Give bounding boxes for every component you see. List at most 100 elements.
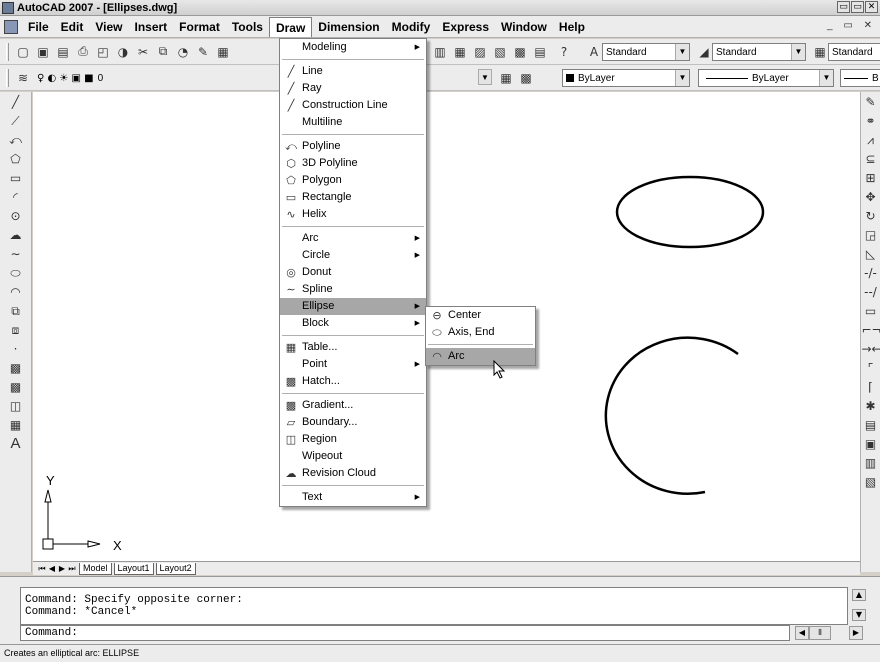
above-objects-icon[interactable]: ▧ [862, 474, 880, 490]
draw-menu-item-modeling[interactable]: Modeling ▶ [280, 39, 426, 56]
chevron-down-icon[interactable]: ▼ [675, 44, 689, 60]
line-icon[interactable]: ╱ [7, 94, 25, 110]
layer-combo[interactable]: ♀ ◐ ☀ ▣ ■ 0 [34, 69, 274, 87]
draw-menu-item-boundary[interactable]: ▱ Boundary... [280, 414, 426, 431]
menu-draw[interactable]: Draw [268, 16, 313, 37]
text-style-combo[interactable]: Standard ▼ [602, 43, 690, 61]
draw-menu-item-spline[interactable]: ∼ Spline [280, 281, 426, 298]
extend-icon[interactable]: --/ [862, 284, 880, 300]
menu-view[interactable]: View [89, 17, 128, 37]
ellipse-arc-icon[interactable]: ◠ [7, 284, 25, 300]
linetype-combo[interactable]: ByLayer ▼ [698, 69, 834, 87]
toolbar-grip[interactable] [6, 68, 9, 87]
markup-icon[interactable]: ▧ [492, 44, 508, 60]
ellipse-menu-item-arc[interactable]: ◠ Arc [426, 348, 535, 365]
offset-icon[interactable]: ⊆ [862, 151, 880, 167]
xline-icon[interactable]: ⟋ [7, 113, 25, 129]
draw-menu-item-ellipse[interactable]: Ellipse ▶ [280, 298, 426, 315]
chamfer-icon[interactable]: ⌜ [862, 360, 880, 376]
scale-icon[interactable]: ◲ [862, 227, 880, 243]
spline-icon[interactable]: ∼ [7, 246, 25, 262]
draw-menu-item-table[interactable]: ▦ Table... [280, 339, 426, 356]
circle-icon[interactable]: ⊙ [7, 208, 25, 224]
draw-menu-item-polygon[interactable]: ⬠ Polygon [280, 172, 426, 189]
join-icon[interactable]: →← [862, 341, 880, 357]
menu-tools[interactable]: Tools [226, 17, 269, 37]
scroll-down-icon[interactable]: ▼ [852, 609, 866, 621]
mirror-icon[interactable]: ⩘ [862, 132, 880, 148]
quickcalc-icon[interactable]: ▦ [215, 44, 231, 60]
menu-help[interactable]: Help [553, 17, 591, 37]
command-input[interactable]: Command: [20, 625, 790, 641]
dim-style-icon[interactable]: ◢ [696, 44, 712, 60]
draworder-icon[interactable]: ▤ [862, 417, 880, 433]
scroll-right-icon[interactable]: ▶ [849, 626, 863, 640]
elliptical-arc-shape[interactable] [604, 336, 739, 495]
polygon-icon[interactable]: ⬠ [7, 151, 25, 167]
draw-menu-item-revision-cloud[interactable]: ☁ Revision Cloud [280, 465, 426, 482]
hatch-icon[interactable]: ▩ [7, 360, 25, 376]
save-icon[interactable]: ▤ [55, 44, 71, 60]
tab-layout2[interactable]: Layout2 [155, 562, 196, 575]
arc-icon[interactable]: ◜ [7, 189, 25, 205]
last-tab-icon[interactable]: ⏭ [67, 564, 77, 574]
draw-menu-item-block[interactable]: Block ▶ [280, 315, 426, 332]
sheetset-icon[interactable]: ▨ [472, 44, 488, 60]
toolbar-grip[interactable] [6, 42, 9, 61]
toolpalette-icon[interactable]: ▦ [452, 44, 468, 60]
scroll-thumb[interactable]: ⦀ [809, 626, 831, 640]
maximize-button[interactable]: ▭ [851, 1, 864, 13]
scroll-left-icon[interactable]: ◀ [795, 626, 809, 640]
draw-menu-item-helix[interactable]: ∿ Helix [280, 206, 426, 223]
explode-icon[interactable]: ✱ [862, 398, 880, 414]
close-button[interactable]: ✕ [865, 1, 878, 13]
gradient-icon[interactable]: ▩ [7, 379, 25, 395]
command-hscroll[interactable]: ◀ ⦀ ▶ [795, 626, 865, 640]
table-icon[interactable]: ▦ [7, 417, 25, 433]
text-style-icon[interactable]: A [586, 44, 602, 60]
autocad-app-icon[interactable] [2, 1, 14, 14]
table-style-icon[interactable]: ▦ [812, 44, 828, 60]
draw-menu-item-rectangle[interactable]: ▭ Rectangle [280, 189, 426, 206]
paste-icon[interactable]: ◔ [175, 44, 191, 60]
layer-manager-icon[interactable]: ≋ [15, 70, 31, 86]
cut-icon[interactable]: ✂ [135, 44, 151, 60]
plot-icon[interactable]: ⎙ [75, 44, 91, 60]
draw-menu-item-construction-line[interactable]: ╱ Construction Line [280, 97, 426, 114]
draw-menu-item-wipeout[interactable]: Wipeout [280, 448, 426, 465]
ellipse-menu-item-axis-end[interactable]: ⬭ Axis, End [426, 324, 535, 341]
menu-express[interactable]: Express [436, 17, 495, 37]
mtext-icon[interactable]: A [7, 436, 25, 452]
chevron-down-icon[interactable]: ▼ [478, 69, 492, 85]
insert-block-icon[interactable]: ⧉ [7, 303, 25, 319]
help-icon[interactable]: ? [556, 44, 572, 60]
next-tab-icon[interactable]: ▶ [57, 564, 67, 573]
tab-layout1[interactable]: Layout1 [113, 562, 154, 575]
draw-menu-item-region[interactable]: ◫ Region [280, 431, 426, 448]
draw-menu-item-line[interactable]: ╱ Line [280, 63, 426, 80]
matchprop-icon[interactable]: ✎ [195, 44, 211, 60]
calc-icon[interactable]: ▤ [532, 44, 548, 60]
first-tab-icon[interactable]: ⏮ [37, 564, 47, 574]
draw-menu-item-donut[interactable]: ◎ Donut [280, 264, 426, 281]
chevron-down-icon[interactable]: ▼ [819, 70, 833, 86]
trim-icon[interactable]: -/- [862, 265, 880, 281]
draw-menu-item-text[interactable]: Text ▶ [280, 489, 426, 506]
draw-menu-item-gradient[interactable]: ▩ Gradient... [280, 397, 426, 414]
ellipse-shape[interactable] [615, 175, 765, 249]
document-icon[interactable] [4, 19, 18, 34]
menu-modify[interactable]: Modify [386, 17, 437, 37]
draw-menu-item-hatch[interactable]: ▩ Hatch... [280, 373, 426, 390]
menu-file[interactable]: File [22, 17, 55, 37]
draw-menu-item-multiline[interactable]: Multiline [280, 114, 426, 131]
layer-previous-icon[interactable]: ▩ [518, 70, 534, 86]
stretch-icon[interactable]: ◺ [862, 246, 880, 262]
new-icon[interactable]: ▢ [15, 44, 31, 60]
scroll-up-icon[interactable]: ▲ [852, 589, 866, 601]
draw-menu-item-point[interactable]: Point ▶ [280, 356, 426, 373]
send-back-icon[interactable]: ▥ [862, 455, 880, 471]
make-current-icon[interactable]: ▦ [498, 70, 514, 86]
document-window-controls[interactable]: _ ▭ ✕ [827, 20, 876, 31]
menu-dimension[interactable]: Dimension [312, 17, 385, 37]
color-combo[interactable]: ByLayer ▼ [562, 69, 690, 87]
